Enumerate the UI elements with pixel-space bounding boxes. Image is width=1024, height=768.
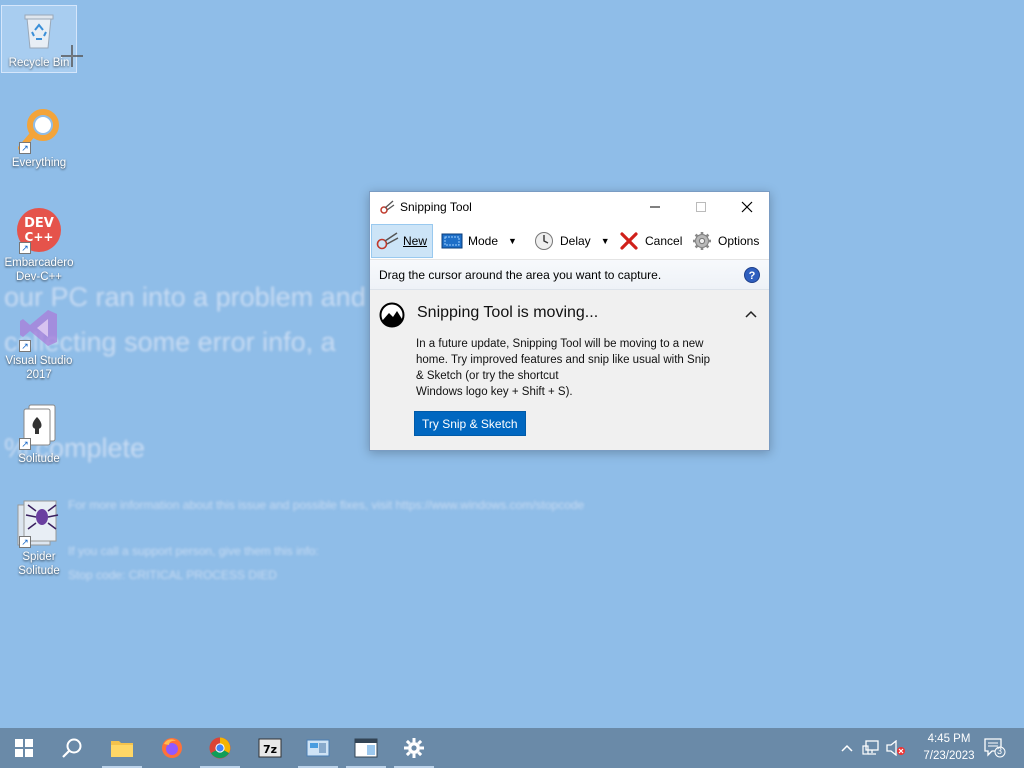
snipping-tool-app-icon: [380, 200, 395, 214]
window-app-icon: [354, 738, 378, 758]
taskbar-chrome[interactable]: [196, 728, 244, 768]
start-button[interactable]: [0, 728, 48, 768]
action-center-button[interactable]: 3: [980, 728, 1010, 768]
desktop-icon-label: Embarcadero Dev-C++: [4, 257, 74, 283]
collapse-chevron-up-icon[interactable]: [745, 306, 757, 321]
options-label: Options: [718, 234, 760, 248]
taskbar-control-panel[interactable]: [294, 728, 342, 768]
try-snip-sketch-button[interactable]: Try Snip & Sketch: [414, 411, 526, 436]
svg-text:DEV: DEV: [24, 216, 54, 231]
cancel-button[interactable]: Cancel: [617, 224, 683, 258]
maximize-icon: [696, 202, 706, 212]
settings-gear-icon: [404, 738, 424, 758]
desktop-icon-label: Everything: [11, 157, 67, 169]
volume-muted-icon: [886, 740, 905, 756]
desktop-icon-solitude[interactable]: ↗ Solitude: [2, 402, 76, 466]
delay-button[interactable]: Delay ▼: [532, 224, 612, 258]
search-icon: [62, 738, 82, 758]
notification-icon: [984, 738, 1006, 758]
firefox-icon: [162, 738, 182, 758]
chevron-up-icon: [841, 744, 853, 752]
ghost-small-3: Stop code: CRITICAL PROCESS DIED: [68, 568, 277, 582]
taskbar-settings[interactable]: [390, 728, 438, 768]
visual-studio-icon: ↗: [15, 304, 63, 352]
snipping-tool-window: Snipping Tool New Mode ▼ Delay ▼ Cancel …: [369, 191, 770, 451]
close-button[interactable]: [724, 192, 770, 222]
toolbar: New Mode ▼ Delay ▼ Cancel Options: [370, 222, 769, 260]
new-snip-icon: [375, 231, 399, 251]
windows-logo-icon: [15, 739, 33, 757]
clock-time: 4:45 PM: [927, 733, 971, 745]
show-hidden-icons-button[interactable]: [836, 728, 858, 768]
recycle-bin-icon: [15, 6, 63, 54]
taskbar-firefox[interactable]: [148, 728, 196, 768]
title-bar[interactable]: Snipping Tool: [370, 192, 769, 222]
svg-text:7z: 7z: [263, 743, 277, 756]
volume-button[interactable]: [884, 728, 908, 768]
clock-icon: [532, 231, 556, 251]
chrome-icon: [209, 737, 231, 759]
close-icon: [741, 201, 753, 213]
mode-button[interactable]: Mode ▼: [440, 224, 522, 258]
notice-title: Snipping Tool is moving...: [417, 304, 599, 321]
crosshair-cursor-icon: [61, 45, 83, 67]
new-snip-button[interactable]: New: [371, 224, 433, 258]
solitaire-cards-icon: ↗: [15, 402, 63, 450]
instruction-text: Drag the cursor around the area you want…: [379, 267, 662, 282]
moving-notice-panel: Snipping Tool is moving... In a future u…: [370, 290, 769, 449]
window-title: Snipping Tool: [400, 200, 472, 214]
mode-rectangle-icon: [440, 231, 464, 251]
instruction-bar: Drag the cursor around the area you want…: [370, 260, 769, 290]
cancel-x-icon: [617, 231, 641, 251]
spider-solitaire-icon: ↗: [15, 500, 63, 548]
notice-body-line: & Sketch (or try the shortcut: [416, 370, 559, 382]
ghost-small-2: If you call a support person, give them …: [68, 544, 319, 558]
notification-count-badge: 3: [997, 746, 1003, 756]
desktop-icon-label: Visual Studio 2017: [5, 355, 73, 381]
devcpp-icon: DEV C++ ↗: [15, 206, 63, 254]
options-button[interactable]: Options: [690, 224, 768, 258]
shortcut-arrow-icon: ↗: [19, 438, 31, 450]
desktop-icon-everything[interactable]: ↗ Everything: [2, 106, 76, 170]
help-icon[interactable]: ?: [744, 267, 760, 283]
maximize-button[interactable]: [678, 192, 724, 222]
mode-dropdown-arrow-icon[interactable]: ▼: [508, 236, 517, 246]
notice-body-line: Windows logo key + Shift + S).: [416, 386, 573, 398]
snip-sketch-icon: [379, 302, 405, 328]
network-button[interactable]: [860, 728, 882, 768]
shortcut-arrow-icon: ↗: [19, 242, 31, 254]
gear-icon: [690, 231, 714, 251]
notice-body-line: In a future update, Snipping Tool will b…: [416, 338, 704, 350]
minimize-icon: [650, 206, 660, 208]
taskbar-app-window[interactable]: [342, 728, 390, 768]
shortcut-arrow-icon: ↗: [19, 340, 31, 352]
taskbar-file-explorer[interactable]: [98, 728, 146, 768]
delay-label: Delay: [560, 234, 591, 248]
taskbar-7zip[interactable]: 7z: [246, 728, 294, 768]
desktop-icon-visual-studio[interactable]: ↗ Visual Studio 2017: [2, 304, 76, 382]
desktop-icon-label: Spider Solitude: [18, 551, 60, 577]
minimize-button[interactable]: [632, 192, 678, 222]
folder-icon: [111, 741, 133, 757]
mode-label: Mode: [468, 234, 499, 248]
control-panel-icon: [306, 739, 330, 757]
desktop-icon-devcpp[interactable]: DEV C++ ↗ Embarcadero Dev-C++: [2, 206, 76, 284]
delay-dropdown-arrow-icon[interactable]: ▼: [601, 236, 610, 246]
desktop-icon-label: Solitude: [18, 453, 60, 465]
7zip-icon: 7z: [258, 738, 282, 758]
cancel-label: Cancel: [645, 234, 683, 248]
shortcut-arrow-icon: ↗: [19, 536, 31, 548]
ghost-small-1: For more information about this issue an…: [68, 498, 585, 512]
notice-body-line: home. Try improved features and snip lik…: [416, 354, 711, 366]
search-button[interactable]: [48, 728, 96, 768]
new-label: New: [403, 234, 428, 248]
taskbar-clock[interactable]: 4:45 PM 7/23/2023: [914, 731, 984, 765]
network-icon: [862, 740, 879, 755]
notice-body: In a future update, Snipping Tool will b…: [416, 336, 728, 400]
everything-magnifier-icon: ↗: [15, 106, 63, 154]
taskbar: 7z 4:45 PM 7/23/2023 3: [0, 728, 1024, 768]
shortcut-arrow-icon: ↗: [19, 142, 31, 154]
desktop-icon-spider-solitude[interactable]: ↗ Spider Solitude: [2, 500, 76, 578]
clock-date: 7/23/2023: [923, 750, 975, 762]
